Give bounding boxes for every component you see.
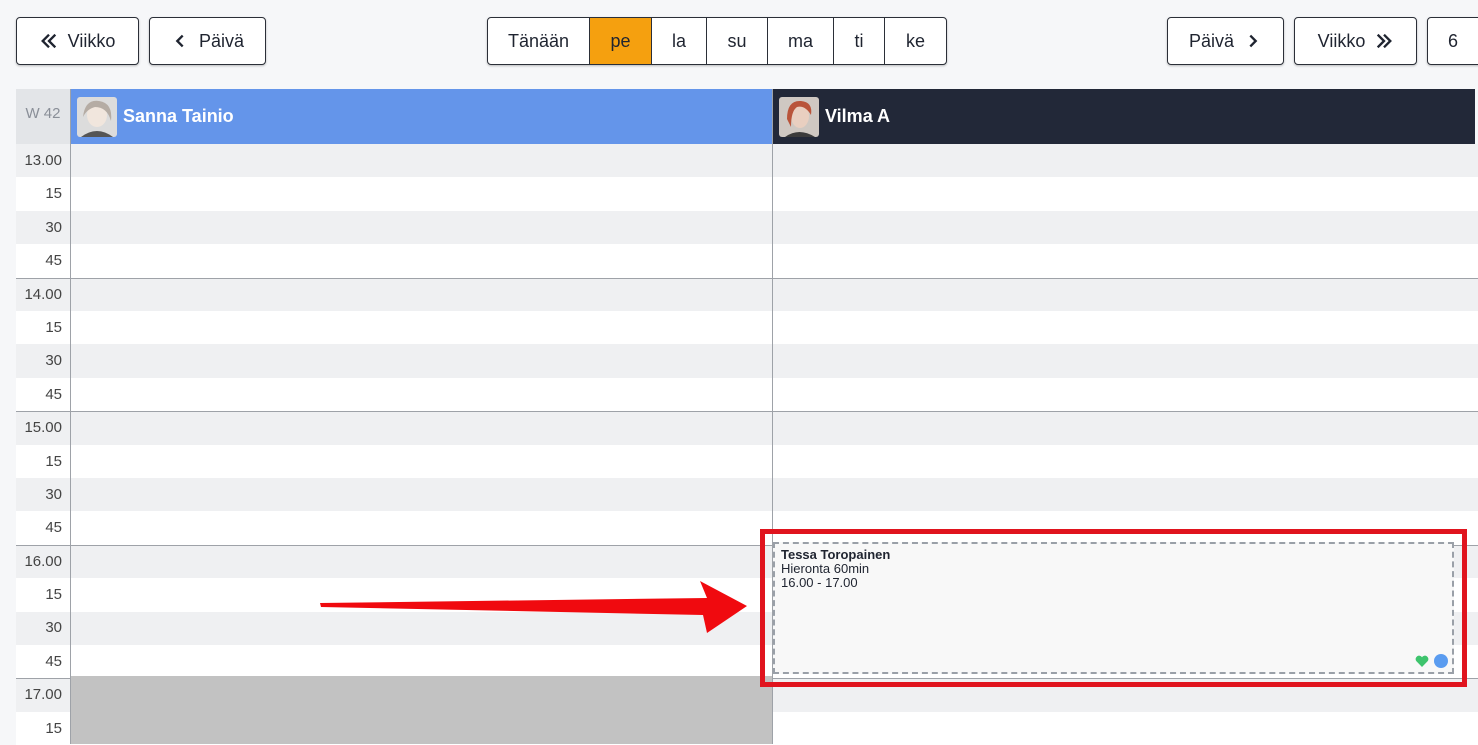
day-tab-ke[interactable]: ke — [885, 18, 946, 64]
time-slot-row[interactable] — [16, 144, 1478, 178]
time-slot-row[interactable] — [16, 478, 1478, 512]
next-week-label: Viikko — [1317, 30, 1366, 51]
day-tab-su[interactable]: su — [707, 18, 768, 64]
time-label: 30 — [45, 218, 62, 236]
prev-week-label: Viikko — [67, 30, 116, 51]
staff-name: Vilma A — [825, 106, 891, 126]
prev-day-label: Päivä — [198, 30, 245, 51]
hour-divider — [16, 277, 1478, 279]
chevron-left-icon — [175, 34, 184, 48]
day-selector: Tänään pe la su ma ti ke — [487, 17, 947, 65]
time-label: 15 — [45, 452, 62, 470]
days-count-value: 6 — [1448, 30, 1459, 51]
booking-time: 16.00 - 17.00 — [781, 575, 858, 590]
time-label: 30 — [45, 352, 62, 370]
closed-time-block — [71, 676, 772, 744]
avatar — [779, 96, 819, 137]
chevron-right-icon — [1249, 34, 1258, 48]
prev-day-button[interactable]: Päivä — [149, 17, 266, 65]
heart-icon — [1415, 655, 1429, 667]
booking-status-icons — [1415, 654, 1448, 668]
today-button[interactable]: Tänään — [488, 18, 590, 64]
annotation-arrow-icon — [320, 581, 747, 633]
day-tab-la[interactable]: la — [652, 18, 707, 64]
next-day-label: Päivä — [1188, 30, 1235, 51]
time-slot-row[interactable] — [16, 311, 1478, 345]
double-chevron-left-icon — [40, 33, 56, 49]
double-chevron-right-icon — [1377, 33, 1393, 49]
prev-week-button[interactable]: Viikko — [16, 17, 139, 65]
time-label: 45 — [45, 519, 62, 537]
time-label: 15 — [45, 586, 62, 604]
time-slot-row[interactable] — [16, 411, 1478, 445]
time-slot-row[interactable] — [16, 210, 1478, 245]
time-label: 30 — [45, 619, 62, 637]
day-tab-pe[interactable]: pe — [590, 18, 652, 64]
column-divider — [70, 89, 71, 744]
time-label: 13.00 — [24, 152, 62, 169]
time-label: 30 — [45, 485, 62, 503]
time-slot-row[interactable] — [16, 277, 1478, 311]
time-slot-row[interactable] — [16, 511, 1478, 545]
time-label: 17.00 — [24, 686, 62, 704]
time-slot-row[interactable] — [16, 444, 1478, 478]
day-tab-ma[interactable]: ma — [768, 18, 834, 64]
time-label: 45 — [45, 652, 62, 670]
week-number: W 42 — [16, 89, 70, 144]
staff-column-header[interactable]: Sanna Tainio — [71, 89, 772, 144]
staff-name: Sanna Tainio — [123, 106, 234, 126]
time-axis: 13.00 15 30 45 14.00 15 30 45 15.00 15 3… — [16, 144, 70, 745]
time-label: 14.00 — [24, 285, 62, 303]
time-label: 15 — [45, 185, 62, 203]
staff-column-header[interactable]: Vilma A — [773, 89, 1475, 144]
time-label: 45 — [45, 385, 62, 403]
time-label: 15 — [45, 719, 62, 737]
time-label: 15.00 — [24, 419, 62, 437]
hour-divider — [16, 411, 1478, 413]
time-slot-row[interactable] — [16, 244, 1478, 278]
time-label: 16.00 — [24, 552, 62, 570]
next-day-button[interactable]: Päivä — [1167, 17, 1284, 65]
status-dot-icon — [1434, 654, 1448, 668]
next-week-button[interactable]: Viikko — [1294, 17, 1417, 65]
time-slot-row[interactable] — [16, 377, 1478, 412]
booking-service: Hieronta 60min — [781, 561, 870, 576]
avatar — [77, 96, 117, 137]
time-label: 15 — [45, 318, 62, 336]
booking-card[interactable]: Tessa Toropainen Hieronta 60min 16.00 - … — [773, 542, 1454, 674]
day-tab-ti[interactable]: ti — [834, 18, 885, 64]
time-slot-row[interactable] — [16, 177, 1478, 211]
booking-client: Tessa Toropainen — [781, 547, 891, 562]
time-slot-row[interactable] — [16, 344, 1478, 378]
days-count-select[interactable]: 6 – — [1427, 17, 1478, 65]
time-label: 45 — [45, 252, 62, 270]
